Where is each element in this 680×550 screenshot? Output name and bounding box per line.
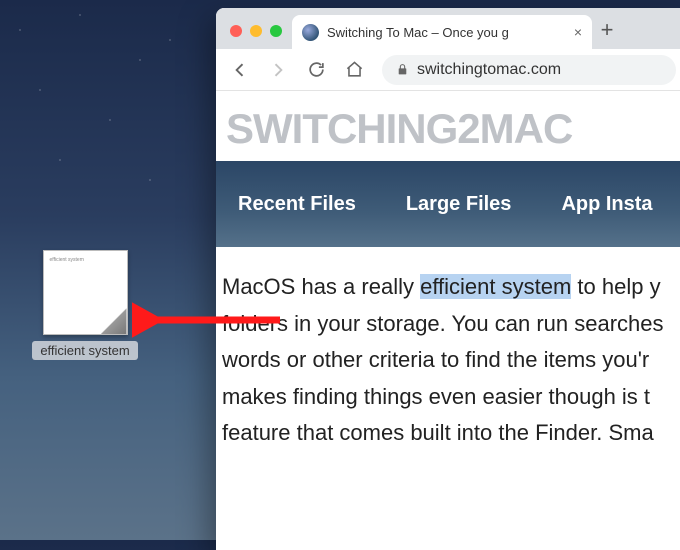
new-tab-button[interactable]: + [592,17,622,43]
page-content: SWITCHING2MAC Recent Files Large Files A… [216,91,680,550]
clipping-icon: efficient system [43,250,128,335]
close-tab-icon[interactable]: × [574,24,582,40]
forward-button[interactable] [268,60,288,80]
lock-icon [396,63,409,76]
arrow-left-icon [230,60,250,80]
desktop-text-clipping[interactable]: efficient system efficient system [25,250,145,360]
close-window-button[interactable] [230,25,242,37]
article-line-4: makes finding things even easier though … [222,379,680,416]
globe-favicon-icon [302,24,319,41]
back-button[interactable] [230,60,250,80]
article-line-3: words or other criteria to find the item… [222,342,680,379]
zoom-window-button[interactable] [270,25,282,37]
selected-text[interactable]: efficient system [420,274,571,299]
nav-recent-files[interactable]: Recent Files [238,193,356,216]
page-fold-icon [101,308,127,334]
reload-icon [307,60,326,79]
home-icon [345,60,364,79]
clipping-label: efficient system [32,341,137,360]
arrow-right-icon [268,60,288,80]
article-line-1: MacOS has a really efficient system to h… [222,269,680,306]
site-logo[interactable]: SWITCHING2MAC [216,91,680,161]
tab-title: Switching To Mac – Once you g [327,25,566,40]
reload-button[interactable] [306,60,326,80]
tab-strip: Switching To Mac – Once you g × + [216,8,680,49]
address-bar[interactable]: switchingtomac.com [382,55,676,85]
article-body[interactable]: MacOS has a really efficient system to h… [216,247,680,458]
browser-window: Switching To Mac – Once you g × + switch… [216,8,680,550]
home-button[interactable] [344,60,364,80]
site-nav: Recent Files Large Files App Insta [216,161,680,247]
browser-tab[interactable]: Switching To Mac – Once you g × [292,15,592,49]
nav-app-install[interactable]: App Insta [561,193,652,216]
article-line-2: folders in your storage. You can run sea… [222,306,680,343]
window-controls [230,25,282,37]
clipping-preview: efficient system [50,257,84,263]
article-line-5: feature that comes built into the Finder… [222,415,680,452]
browser-toolbar: switchingtomac.com [216,49,680,91]
minimize-window-button[interactable] [250,25,262,37]
nav-large-files[interactable]: Large Files [406,193,512,216]
url-text: switchingtomac.com [417,61,561,79]
